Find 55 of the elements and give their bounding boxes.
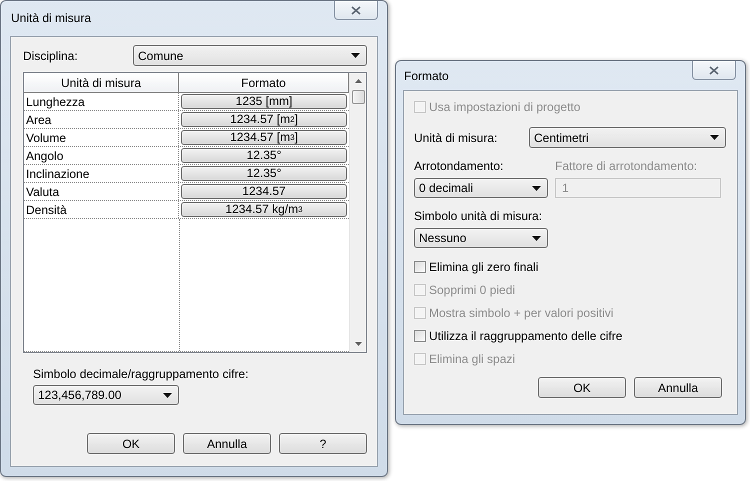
window-title: Formato (404, 68, 449, 83)
checkbox-label: Utilizza il raggruppamento delle cifre (429, 329, 622, 343)
caret-icon (532, 186, 541, 190)
table-cell: Area (24, 111, 179, 128)
checkbox[interactable] (414, 261, 426, 273)
close-button[interactable] (692, 61, 736, 80)
close-icon (351, 6, 361, 14)
scroll-down-icon (354, 342, 362, 346)
checkbox[interactable] (414, 330, 426, 342)
table-cell: Inclinazione (24, 165, 179, 182)
field-label: Simbolo decimale/raggruppamento cifre: (32, 367, 250, 381)
table-cell: Densità (24, 201, 179, 218)
caret-icon (710, 135, 719, 140)
checkbox-label: Mostra simbolo + per valori positivi (429, 306, 614, 320)
field-label: Disciplina: (23, 48, 79, 62)
field-label: Fattore di arrotondamento: (555, 159, 698, 173)
field-label: Unità di misura: (414, 130, 498, 144)
format-button[interactable]: 1234.57 (181, 184, 347, 199)
discipline-dropdown[interactable]: Comune (133, 45, 367, 66)
scrollbar[interactable] (349, 73, 366, 352)
checkbox-label: Usa impostazioni di progetto (429, 100, 580, 114)
ok-button[interactable]: OK (538, 377, 626, 398)
rounding-dropdown[interactable]: 0 decimali (414, 178, 548, 198)
close-icon (709, 66, 719, 74)
caret-icon (163, 392, 172, 398)
caret-icon (351, 53, 360, 58)
table-cell: Volume (24, 129, 179, 146)
cancel-button[interactable]: Annulla (634, 377, 722, 398)
help-button[interactable]: ? (279, 433, 367, 454)
format-button[interactable]: 1234.57 [m$^{3}$] (181, 130, 347, 145)
format-button[interactable]: 1234.57 kg/m$^{3}$ (181, 202, 347, 217)
checkbox-label: Elimina gli spazi (429, 352, 516, 366)
cancel-button[interactable]: Annulla (183, 433, 271, 454)
checkbox-label: Sopprimi 0 piedi (429, 283, 516, 297)
unit-symbol-dropdown[interactable]: Nessuno (414, 228, 548, 248)
caret-icon (532, 236, 541, 240)
field-label: Simbolo unità di misura: (414, 209, 544, 223)
checkbox-label: Elimina gli zero finali (429, 260, 538, 274)
units-dropdown[interactable]: Centimetri (529, 127, 726, 148)
table-cell: Valuta (24, 183, 179, 200)
format-button[interactable]: 1235 [mm] (181, 94, 347, 109)
format-button[interactable]: 12.35° (181, 166, 347, 181)
format-button[interactable]: 1234.57 [m$^{2}$] (181, 112, 347, 127)
table-cell: Lunghezza (24, 93, 179, 110)
format-button[interactable]: 12.35° (181, 148, 347, 163)
window-title: Unità di misura (11, 10, 92, 25)
decimal-symbol-dropdown[interactable]: 123,456,789.00 (33, 385, 179, 405)
column-header[interactable]: Unità di misura (24, 73, 179, 93)
column-header[interactable]: Formato (179, 73, 349, 93)
table-cell: Angolo (24, 147, 179, 164)
field-label: Arrotondamento: (414, 159, 504, 173)
ok-button[interactable]: OK (87, 433, 175, 454)
scroll-thumb[interactable] (352, 90, 364, 104)
scroll-up-icon (354, 79, 362, 83)
close-button[interactable] (334, 1, 378, 20)
